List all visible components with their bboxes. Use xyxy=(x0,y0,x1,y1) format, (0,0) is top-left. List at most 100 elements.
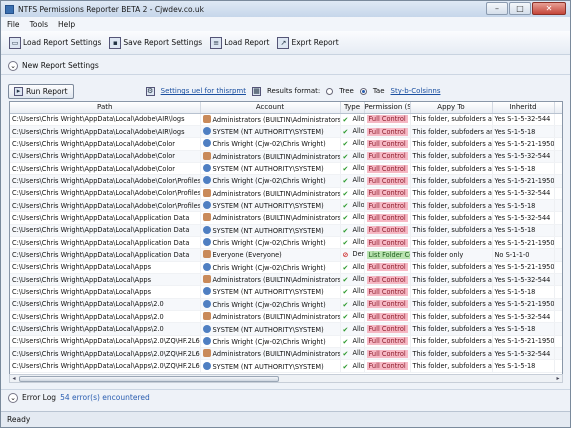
table-row[interactable]: C:\Users\Chris Wright\AppData\Local\Adob… xyxy=(10,174,562,188)
cell-inherited: Yes S-1-5-18 xyxy=(492,359,555,373)
columns-link[interactable]: Sty-b-Colsinns xyxy=(391,87,441,95)
cell-path: C:\Users\Chris Wright\AppData\Local\Adob… xyxy=(10,174,201,188)
table-radio[interactable] xyxy=(359,87,367,95)
table-row[interactable]: C:\Users\Chris Wright\AppData\Local\Adob… xyxy=(10,162,562,176)
load-settings-button[interactable]: ▭ Load Report Settings xyxy=(7,36,103,50)
cell-account: Administrators (BUILTIN\Administrators) xyxy=(200,113,341,126)
cell-account: SYSTEM (NT AUTHORITY\SYSTEM) xyxy=(200,125,341,139)
cell-apply-to: This folder, subfolders and files xyxy=(410,137,493,151)
sid-text: S-1-5-21-195083 xyxy=(507,238,554,247)
table-row[interactable]: C:\Users\Chris Wright\AppData\Local\Appl… xyxy=(10,211,562,225)
cell-inherited: Yes S-1-5-21-195083 xyxy=(492,236,555,250)
col-permission[interactable]: Permission (Syle) xyxy=(364,102,411,114)
table-row[interactable]: C:\Users\Chris Wright\AppData\Local\Apps… xyxy=(10,335,562,349)
permission-badge: Full Control xyxy=(366,337,408,346)
table-row[interactable]: C:\Users\Chris Wright\AppData\Local\Adob… xyxy=(10,150,562,163)
col-inherited[interactable]: Inheritd xyxy=(492,102,555,114)
cell-path: C:\Users\Chris Wright\AppData\Local\Apps… xyxy=(10,347,201,361)
error-log-label: Error Log xyxy=(22,393,57,402)
results-grid[interactable]: Path Account Type Permission (Syle) Appy… xyxy=(9,101,563,383)
check-icon: ✔ xyxy=(342,214,349,223)
table-row[interactable]: C:\Users\Chris Wright\AppData\Local\Apps… xyxy=(10,273,562,287)
error-log-header[interactable]: ⌄ Error Log 54 error(s) encountered xyxy=(1,389,570,405)
cell-path: C:\Users\Chris Wright\AppData\Local\Apps… xyxy=(10,359,201,373)
table-row[interactable]: C:\Users\Chris Wright\AppData\Local\Apps… xyxy=(10,310,562,324)
close-button[interactable]: ✕ xyxy=(532,2,566,15)
new-report-settings-header[interactable]: ⌄ New Report Settings xyxy=(1,57,570,75)
tree-radio[interactable] xyxy=(326,87,334,95)
cell-permission: Full Control xyxy=(364,335,411,349)
scroll-right-icon[interactable]: ▸ xyxy=(554,375,562,382)
menu-file[interactable]: File xyxy=(7,20,20,29)
minimize-button[interactable]: – xyxy=(486,2,508,15)
col-type[interactable]: Type xyxy=(340,102,365,114)
cell-permission: Full Control xyxy=(364,347,411,361)
sid-text: S-1-5-18 xyxy=(507,325,536,334)
cell-permission: Full Control xyxy=(364,174,411,188)
scrollbar-thumb[interactable] xyxy=(19,376,279,382)
load-settings-label: Load Report Settings xyxy=(23,38,102,47)
cell-account: Chris Wright (Cjw-02\Chris Wright) xyxy=(200,335,341,349)
cell-account: SYSTEM (NT AUTHORITY\SYSTEM) xyxy=(200,322,341,336)
permission-badge: Full Control xyxy=(366,275,408,284)
col-apply-to[interactable]: Appy To xyxy=(410,102,493,114)
cell-type: ✔Allow xyxy=(340,261,365,274)
user-icon xyxy=(202,324,211,333)
permission-badge: Full Control xyxy=(366,226,408,235)
table-row[interactable]: C:\Users\Chris Wright\AppData\Local\Appl… xyxy=(10,248,562,262)
chevron-down-icon[interactable]: ⌄ xyxy=(8,392,18,403)
cell-inherited: Yes S-1-5-18 xyxy=(492,322,555,336)
run-report-button[interactable]: ▸ Run Report xyxy=(8,83,74,99)
table-row[interactable]: C:\Users\Chris Wright\AppData\Local\Apps… xyxy=(10,347,562,361)
export-report-button[interactable]: ↗ Exprt Report xyxy=(275,36,340,50)
table-row[interactable]: C:\Users\Chris Wright\AppData\Local\Adob… xyxy=(10,199,562,213)
cell-permission: Full Control xyxy=(364,199,411,213)
col-account[interactable]: Account xyxy=(200,102,341,114)
header-row: Path Account Type Permission (Syle) Appy… xyxy=(10,102,562,114)
cell-inherited: Yes S-1-5-21-195083 xyxy=(492,174,555,188)
cell-extra xyxy=(554,174,562,188)
chevron-down-icon[interactable]: ⌄ xyxy=(8,60,18,71)
check-icon: ✔ xyxy=(342,276,349,285)
table-row[interactable]: C:\Users\Chris Wright\AppData\Local\Adob… xyxy=(10,187,562,200)
table-row[interactable]: C:\Users\Chris Wright\AppData\Local\Apps… xyxy=(10,298,562,312)
table-row[interactable]: C:\Users\Chris Wright\AppData\Local\Apps… xyxy=(10,359,562,373)
table-row[interactable]: C:\Users\Chris Wright\AppData\Local\Adob… xyxy=(10,137,562,151)
type-text: Allow xyxy=(352,275,364,284)
table-row[interactable]: C:\Users\Chris Wright\AppData\Local\Adob… xyxy=(10,113,562,126)
permission-badge: Full Control xyxy=(366,189,408,198)
account-text: Administrators (BUILTIN\Administrators) xyxy=(212,313,340,322)
cell-permission: Full Control xyxy=(364,285,411,299)
type-text: Allow xyxy=(352,312,364,321)
cell-inherited: Yes S-1-5-32-544 xyxy=(492,347,555,361)
account-text: Administrators (BUILTIN\Administrators) xyxy=(212,214,340,223)
menu-tools[interactable]: Tools xyxy=(30,20,48,29)
scroll-left-icon[interactable]: ◂ xyxy=(10,375,18,382)
table-row[interactable]: C:\Users\Chris Wright\AppData\Local\Apps… xyxy=(10,261,562,274)
horizontal-scrollbar[interactable]: ◂ ▸ xyxy=(9,374,563,383)
cell-account: Administrators (BUILTIN\Administrators) xyxy=(200,150,341,163)
save-settings-button[interactable]: ▪ Save Report Settings xyxy=(107,36,204,50)
settings-icon: ⚙ xyxy=(145,86,155,96)
cell-path: C:\Users\Chris Wright\AppData\Local\Apps… xyxy=(10,310,201,324)
check-icon: ✔ xyxy=(342,288,349,297)
sid-text: S-1-5-32-544 xyxy=(507,115,551,124)
table-row[interactable]: C:\Users\Chris Wright\AppData\Local\Appl… xyxy=(10,236,562,250)
check-icon: ✔ xyxy=(342,313,349,322)
group-icon xyxy=(202,349,211,358)
settings-link[interactable]: Settings uel for thisrpmt xyxy=(161,87,246,95)
account-text: Chris Wright (Cjw-02\Chris Wright) xyxy=(212,177,326,186)
menu-bar: File Tools Help xyxy=(1,17,570,31)
menu-help[interactable]: Help xyxy=(58,20,75,29)
cell-apply-to: This folder, subfolders and files xyxy=(410,162,493,176)
cell-path: C:\Users\Chris Wright\AppData\Local\Adob… xyxy=(10,137,201,151)
maximize-button[interactable]: □ xyxy=(509,2,531,15)
permission-badge: Full Control xyxy=(366,300,408,309)
table-row[interactable]: C:\Users\Chris Wright\AppData\Local\Apps… xyxy=(10,322,562,336)
col-path[interactable]: Path xyxy=(10,102,201,114)
table-row[interactable]: C:\Users\Chris Wright\AppData\Local\Adob… xyxy=(10,125,562,139)
title-bar[interactable]: NTFS Permissions Reporter BETA 2 - Cjwde… xyxy=(1,1,570,17)
table-row[interactable]: C:\Users\Chris Wright\AppData\Local\Apps… xyxy=(10,285,562,299)
table-row[interactable]: C:\Users\Chris Wright\AppData\Local\Appl… xyxy=(10,224,562,237)
load-report-button[interactable]: ≡ Load Report xyxy=(208,36,271,50)
